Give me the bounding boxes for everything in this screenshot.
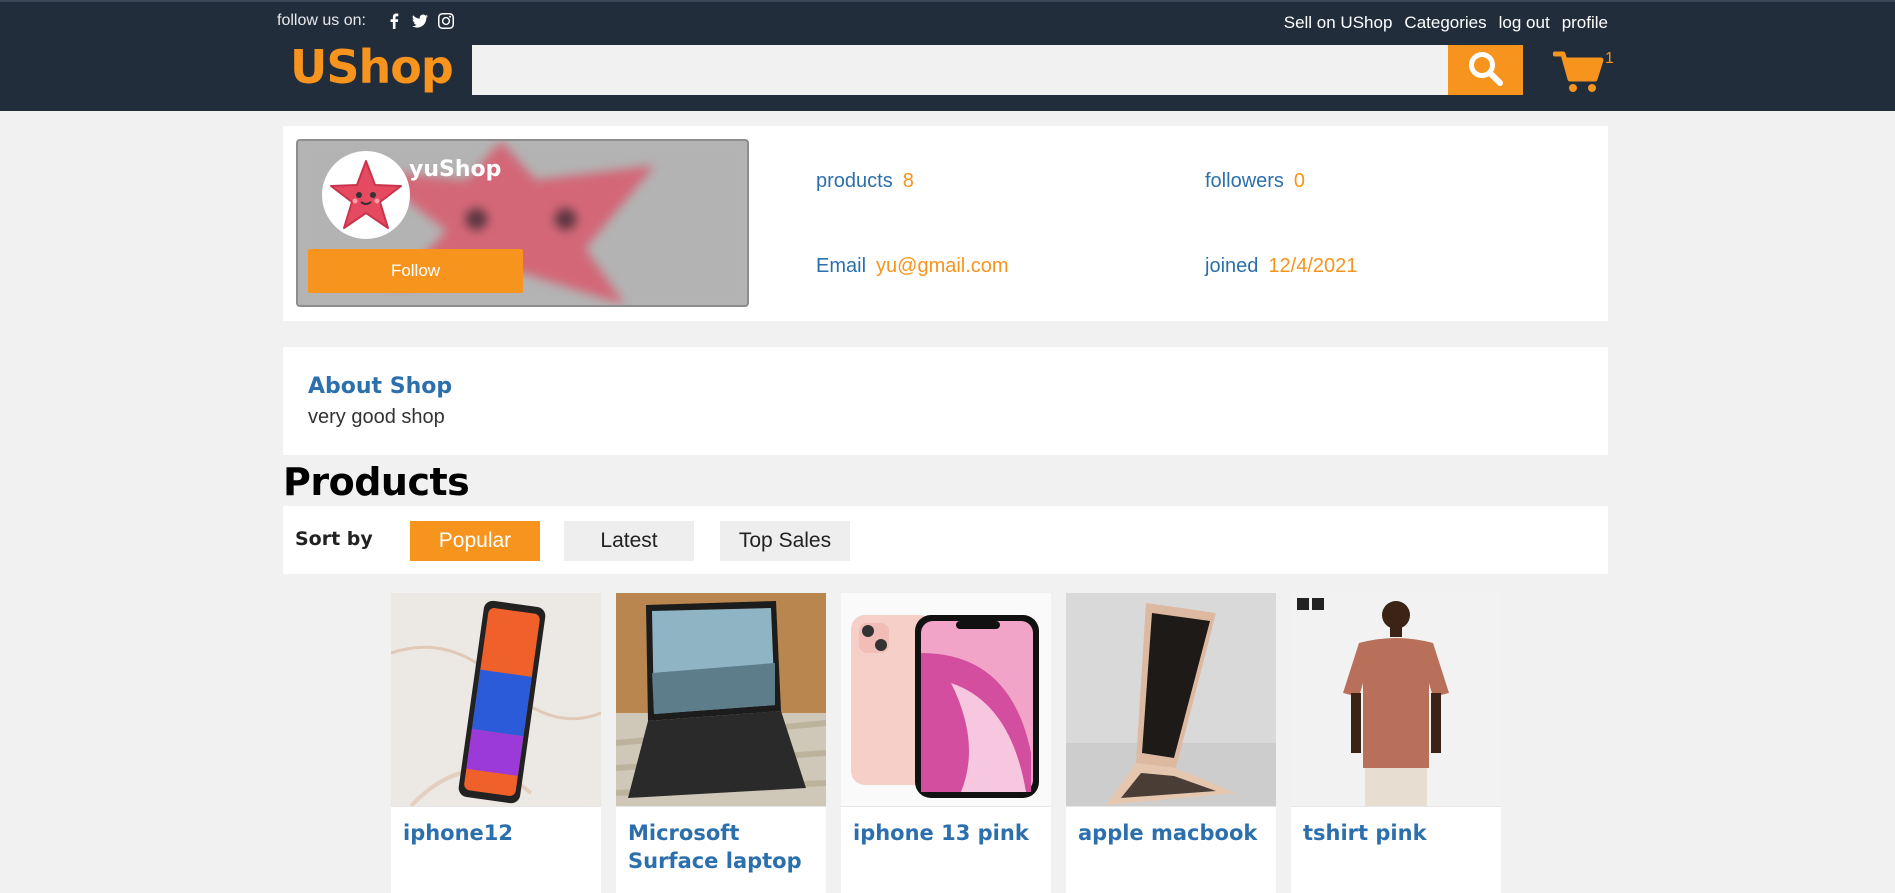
sort-bar: Sort by Popular Latest Top Sales xyxy=(283,506,1608,574)
instagram-icon[interactable] xyxy=(437,13,454,29)
product-name[interactable]: tshirt pink xyxy=(1291,807,1501,847)
ushop-logo[interactable]: UShop xyxy=(290,40,454,94)
stat-joined-label: joined xyxy=(1205,255,1259,277)
shop-banner: yuShop Follow xyxy=(296,139,749,307)
product-name[interactable]: iphone12 xyxy=(391,807,601,847)
stat-followers: followers 0 xyxy=(1205,170,1305,193)
stat-products-label: products xyxy=(816,170,893,192)
stat-email: Email yu@gmail.com xyxy=(816,255,1009,278)
product-card[interactable]: iphone12 xyxy=(391,593,601,893)
search-button[interactable] xyxy=(1448,45,1523,95)
stat-followers-label: followers xyxy=(1205,170,1284,192)
product-card[interactable]: Microsoft Surface laptop xyxy=(616,593,826,893)
product-image xyxy=(841,593,1051,807)
stat-followers-value: 0 xyxy=(1293,170,1306,192)
sell-on-ushop-link[interactable]: Sell on UShop xyxy=(1284,13,1393,33)
stat-joined-value: 12/4/2021 xyxy=(1268,255,1358,277)
product-name[interactable]: Microsoft Surface laptop xyxy=(616,807,826,875)
about-shop-card: About Shop very good shop xyxy=(283,347,1608,455)
shop-avatar xyxy=(322,151,410,239)
twitter-icon[interactable] xyxy=(411,13,428,29)
about-shop-text: very good shop xyxy=(308,406,445,428)
shop-name: yuShop xyxy=(409,157,502,182)
top-navbar: follow us on: Sell on UShop Categories l… xyxy=(0,0,1895,111)
sort-top-sales-button[interactable]: Top Sales xyxy=(720,521,850,561)
log-out-link[interactable]: log out xyxy=(1499,13,1550,33)
stat-email-label: Email xyxy=(816,255,867,277)
stat-products-value: 8 xyxy=(902,170,914,192)
product-card[interactable]: iphone 13 pink xyxy=(841,593,1051,893)
social-links xyxy=(386,13,454,29)
categories-link[interactable]: Categories xyxy=(1404,13,1486,33)
cart-count-badge: 1 xyxy=(1605,50,1614,67)
about-shop-title: About Shop xyxy=(308,374,453,399)
product-card[interactable]: apple macbook xyxy=(1066,593,1276,893)
top-links: Sell on UShop Categories log out profile xyxy=(1284,13,1608,33)
facebook-icon[interactable] xyxy=(386,13,402,29)
product-image xyxy=(391,593,601,807)
search-icon xyxy=(1466,49,1506,92)
product-card[interactable]: tshirt pink xyxy=(1291,593,1501,893)
stat-email-value: yu@gmail.com xyxy=(876,255,1009,277)
follow-us-label: follow us on: xyxy=(277,12,366,29)
search-input[interactable] xyxy=(472,45,1448,95)
follow-button[interactable]: Follow xyxy=(308,249,523,293)
product-name[interactable]: iphone 13 pink xyxy=(841,807,1051,847)
stat-products: products 8 xyxy=(816,170,914,193)
profile-link[interactable]: profile xyxy=(1562,13,1608,33)
follow-us: follow us on: xyxy=(277,12,454,30)
shop-info-card: yuShop Follow products 8 followers 0 Email… xyxy=(283,126,1608,321)
product-image xyxy=(1066,593,1276,807)
products-heading: Products xyxy=(283,460,470,504)
sort-latest-button[interactable]: Latest xyxy=(564,521,694,561)
cart-icon[interactable] xyxy=(1552,48,1605,94)
sort-by-label: Sort by xyxy=(295,528,373,550)
product-name[interactable]: apple macbook xyxy=(1066,807,1276,847)
product-image xyxy=(616,593,826,807)
sort-popular-button[interactable]: Popular xyxy=(410,521,540,561)
stat-joined: joined 12/4/2021 xyxy=(1205,255,1357,278)
product-image xyxy=(1291,593,1501,807)
